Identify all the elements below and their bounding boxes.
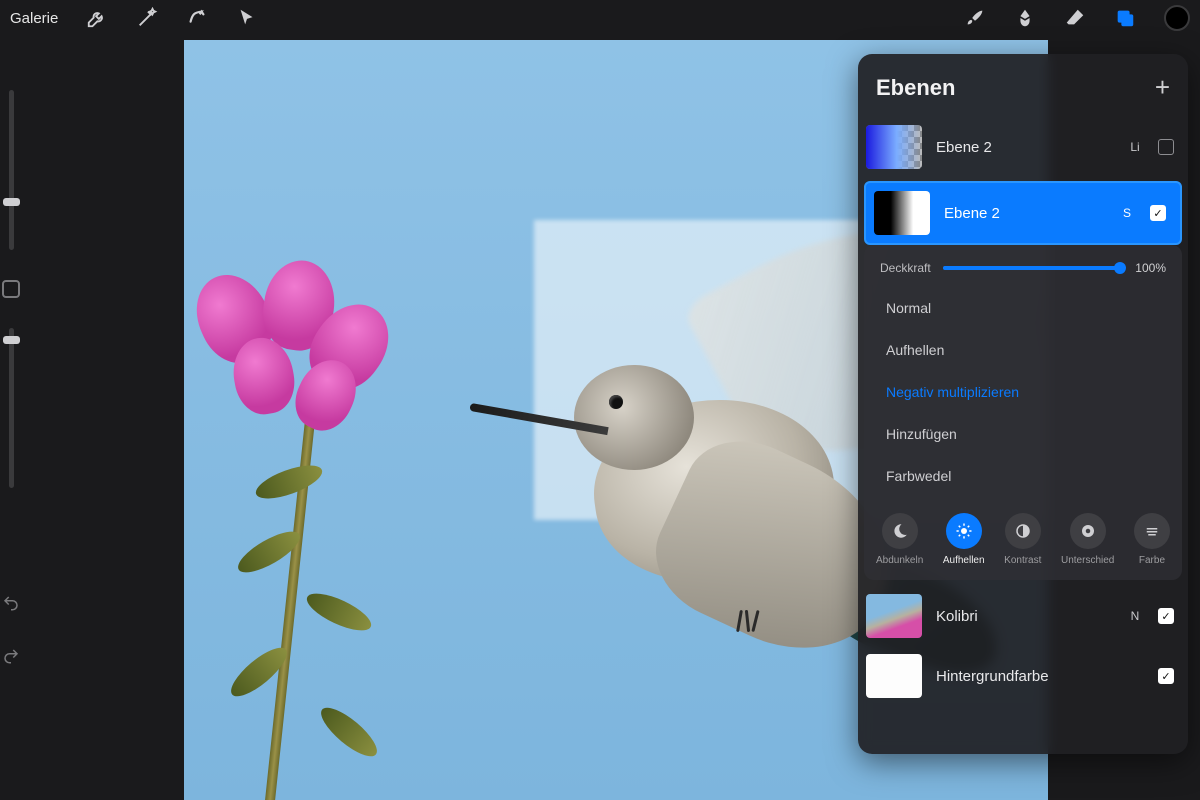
brush-opacity-slider[interactable] [9, 328, 14, 488]
layer-visibility-checkbox[interactable] [1158, 139, 1174, 155]
layer-row-background[interactable]: Hintergrundfarbe ✓ [858, 646, 1188, 706]
layers-panel: Ebenen + Ebene 2 Li Ebene 2 S ✓ Deckkraf… [858, 54, 1188, 754]
gallery-button[interactable]: Galerie [10, 10, 58, 27]
blend-mode-item-selected[interactable]: Negativ multiplizieren [864, 371, 1182, 413]
layer-name: Kolibri [936, 608, 1112, 625]
blend-cat-contrast[interactable]: Kontrast [1004, 513, 1041, 566]
smudge-icon[interactable] [1014, 7, 1036, 29]
blend-cat-difference[interactable]: Unterschied [1061, 513, 1114, 566]
opacity-value: 100% [1132, 261, 1166, 275]
brush-icon[interactable] [964, 7, 986, 29]
layer-thumbnail [866, 125, 922, 169]
blend-cat-darken[interactable]: Abdunkeln [876, 513, 923, 566]
layers-panel-title: Ebenen [876, 75, 955, 101]
color-swatch[interactable] [1164, 5, 1190, 31]
left-sidebar [0, 60, 22, 700]
top-toolbar: Galerie [0, 0, 1200, 36]
blend-mode-list: Normal Aufhellen Negativ multiplizieren … [864, 283, 1182, 501]
contrast-icon [1005, 513, 1041, 549]
moon-icon [882, 513, 918, 549]
undo-icon[interactable] [2, 594, 20, 617]
pointer-icon[interactable] [236, 7, 258, 29]
modifier-button[interactable] [2, 280, 20, 298]
difference-icon [1070, 513, 1106, 549]
layer-name: Ebene 2 [936, 139, 1112, 156]
blend-mode-item[interactable]: Normal [864, 287, 1182, 329]
layer-blend-flag[interactable]: Li [1126, 140, 1144, 154]
layer-row[interactable]: Ebene 2 Li [858, 117, 1188, 177]
blend-cat-lighten[interactable]: Aufhellen [943, 513, 985, 566]
layers-icon[interactable] [1114, 7, 1136, 29]
selection-icon[interactable] [186, 7, 208, 29]
blend-mode-item[interactable]: Hinzufügen [864, 413, 1182, 455]
color-icon [1134, 513, 1170, 549]
layer-blend-flag[interactable]: S [1118, 206, 1136, 220]
blend-mode-item[interactable]: Aufhellen [864, 329, 1182, 371]
layer-row-selected[interactable]: Ebene 2 S ✓ [864, 181, 1182, 245]
layer-thumbnail [866, 594, 922, 638]
opacity-slider[interactable] [943, 266, 1120, 270]
sun-icon [946, 513, 982, 549]
layer-thumbnail [866, 654, 922, 698]
toolbar-left: Galerie [10, 7, 258, 29]
opacity-label: Deckkraft [880, 261, 931, 275]
blend-category-row: Abdunkeln Aufhellen Kontrast Unterschied… [864, 501, 1182, 580]
brush-size-slider[interactable] [9, 90, 14, 250]
wrench-icon[interactable] [86, 7, 108, 29]
layer-row[interactable]: Kolibri N ✓ [858, 586, 1188, 646]
opacity-row: Deckkraft 100% [864, 245, 1182, 283]
layer-visibility-checkbox[interactable]: ✓ [1150, 205, 1166, 221]
layer-visibility-checkbox[interactable]: ✓ [1158, 668, 1174, 684]
toolbar-right [964, 5, 1190, 31]
layer-thumbnail [874, 191, 930, 235]
blend-mode-item[interactable]: Farbwedel [864, 455, 1182, 497]
layer-name: Ebene 2 [944, 205, 1104, 222]
eraser-icon[interactable] [1064, 7, 1086, 29]
canvas-flower [204, 260, 374, 460]
layer-name: Hintergrundfarbe [936, 668, 1112, 685]
add-layer-button[interactable]: + [1155, 72, 1170, 103]
wand-icon[interactable] [136, 7, 158, 29]
layer-blend-flag[interactable]: N [1126, 609, 1144, 623]
redo-icon[interactable] [2, 647, 20, 670]
blend-cat-color[interactable]: Farbe [1134, 513, 1170, 566]
layer-visibility-checkbox[interactable]: ✓ [1158, 608, 1174, 624]
